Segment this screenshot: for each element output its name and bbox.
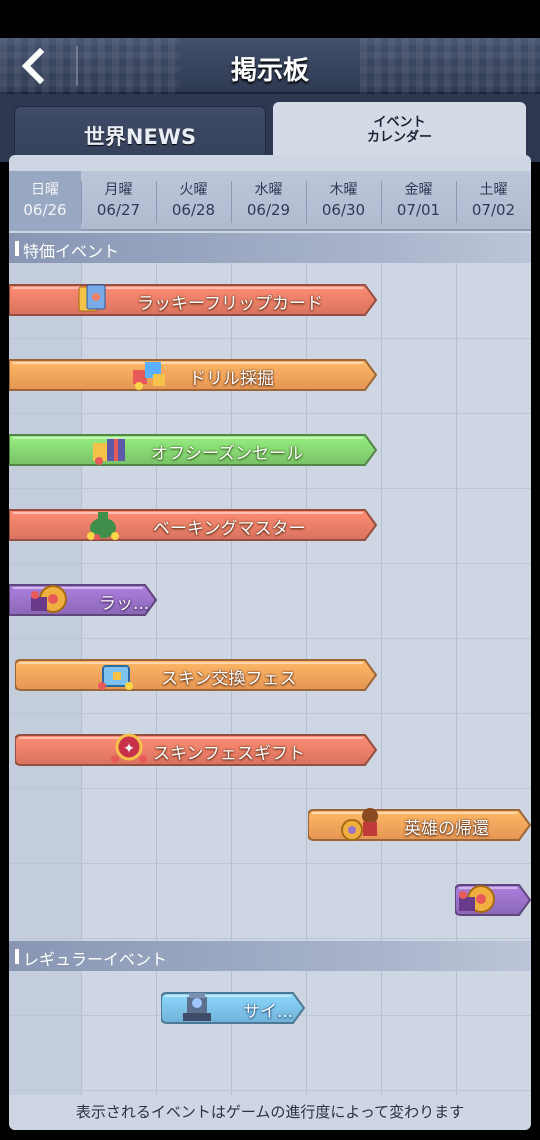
tower-icon	[175, 987, 219, 1027]
event-bar[interactable]: オフシーズンセール	[9, 433, 377, 467]
event-label: サイ...	[243, 1002, 294, 1022]
day-separator	[456, 181, 457, 223]
event-label: スキン交換フェス	[161, 669, 297, 689]
roulette-chest-icon	[455, 879, 499, 919]
card-stack-icon	[71, 279, 115, 319]
grid-row-line	[9, 788, 531, 789]
day-column-header: 金曜 07/01	[381, 171, 456, 231]
section-regular-label: レギュラーイベント	[23, 950, 168, 969]
calendar-panel: 日曜 06/26 月曜 06/27 火曜 06/28 水曜 06/29 木曜 06/30 金曜 07/…	[9, 155, 531, 1130]
grid-row-line	[9, 413, 531, 414]
tab-event-calendar-label-2: カレンダー	[366, 130, 432, 145]
day-date: 06/28	[171, 201, 216, 219]
day-column-header: 水曜 06/29	[231, 171, 306, 231]
day-date: 06/29	[246, 201, 291, 219]
section-special-label: 特価イベント	[23, 242, 120, 261]
grid-row-line	[9, 1090, 531, 1091]
event-label: ドリル採掘	[189, 369, 274, 389]
day-date: 07/01	[396, 201, 441, 219]
event-bar[interactable]: ✦ スキンフェスギフト	[15, 733, 377, 767]
event-label: ベーキングマスター	[153, 519, 306, 539]
day-column-header: 木曜 06/30	[306, 171, 381, 231]
day-column-header: 月曜 06/27	[81, 171, 156, 231]
event-label: 英雄の帰還	[404, 819, 489, 839]
drill-cubes-icon	[127, 354, 171, 394]
day-name: 木曜	[329, 182, 358, 198]
day-name: 月曜	[104, 182, 133, 198]
day-date: 07/02	[471, 201, 516, 219]
day-column-header: 日曜 06/26	[9, 171, 81, 231]
grid-row-line	[9, 563, 531, 564]
event-bar[interactable]: ベーキングマスター	[9, 508, 377, 542]
day-separator	[306, 181, 307, 223]
day-name: 土曜	[479, 182, 508, 198]
grid-row-line	[9, 338, 531, 339]
day-name: 金曜	[404, 182, 433, 198]
treasure-chest-icon	[93, 654, 137, 694]
day-name: 日曜	[31, 182, 59, 198]
day-separator	[156, 181, 157, 223]
event-label: ラッ...	[99, 594, 150, 614]
day-name: 水曜	[254, 182, 283, 198]
footer-note: 表示されるイベントはゲームの進行度によって変わります	[75, 1103, 465, 1121]
day-date: 06/27	[96, 201, 141, 219]
day-separator	[81, 181, 82, 223]
day-separator	[381, 181, 382, 223]
grid-row-line	[9, 938, 531, 939]
status-bar	[0, 0, 540, 38]
event-bar[interactable]: ラッ...	[9, 583, 157, 617]
event-label: オフシーズンセール	[151, 444, 304, 464]
svg-text:✦: ✦	[123, 741, 135, 757]
event-label: ラッキーフリップカード	[137, 294, 323, 314]
day-date: 06/26	[23, 201, 67, 219]
event-bar[interactable]: ラッキーフリップカード	[9, 283, 377, 317]
day-date: 06/30	[321, 201, 366, 219]
section-marker	[15, 949, 19, 964]
badge-gift-icon: ✦	[107, 729, 151, 769]
money-bag-icon	[81, 504, 125, 544]
day-column-header: 火曜 06/28	[156, 171, 231, 231]
day-header: 日曜 06/26 月曜 06/27 火曜 06/28 水曜 06/29 木曜 06/30 金曜 07/…	[9, 171, 531, 231]
day-separator	[231, 181, 232, 223]
tab-world-news-label: 世界NEWS	[83, 125, 197, 149]
roulette-chest-icon	[27, 579, 71, 619]
day-name: 火曜	[179, 182, 208, 198]
gift-boxes-icon	[87, 429, 131, 469]
day-column-header: 土曜 07/02	[456, 171, 531, 231]
event-bar[interactable]: スキン交換フェス	[15, 658, 377, 692]
tab-bar: 世界NEWS イベント カレンダー	[0, 94, 540, 164]
section-marker	[15, 241, 19, 256]
hero-icon	[340, 804, 384, 844]
page-title: 掲示板	[230, 56, 309, 86]
event-label: スキンフェスギフト	[153, 744, 305, 764]
header-bar: 掲示板	[0, 38, 540, 94]
grid-row-line	[9, 863, 531, 864]
section-special-events: 特価イベント	[9, 233, 531, 263]
event-bar[interactable]	[455, 883, 531, 917]
grid-row-line	[9, 638, 531, 639]
tab-event-calendar-label-1: イベント	[373, 115, 426, 130]
section-regular-events: レギュラーイベント	[9, 941, 531, 971]
grid-row-line	[9, 488, 531, 489]
event-bar[interactable]: サイ...	[161, 991, 305, 1025]
grid-row-line	[9, 713, 531, 714]
event-bar[interactable]: 英雄の帰還	[308, 808, 531, 842]
event-bar[interactable]: ドリル採掘	[9, 358, 377, 392]
